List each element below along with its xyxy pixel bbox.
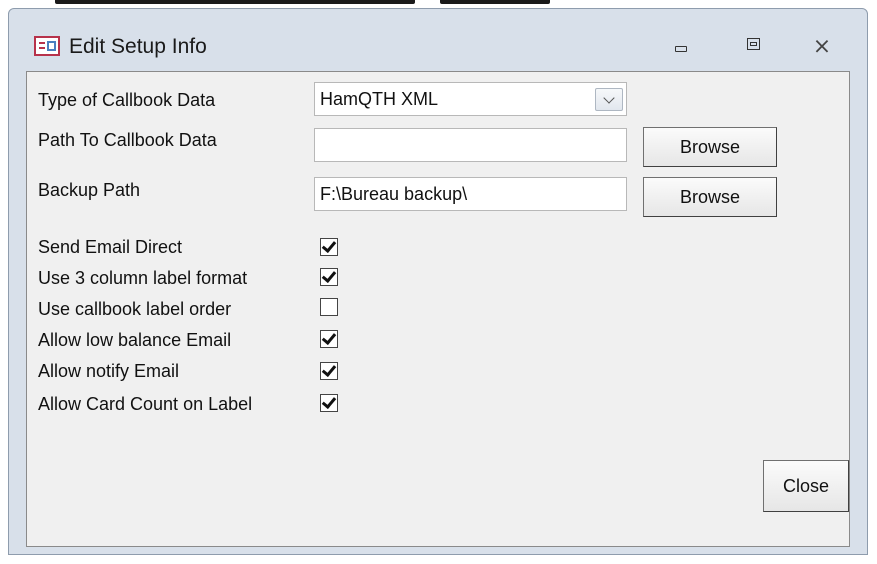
edit-setup-dialog: Edit Setup Info ⨯ Type of Callbook Data … [8, 8, 868, 555]
option-label-callbook-label-order: Use callbook label order [38, 299, 232, 319]
checkbox-card-count[interactable] [320, 394, 338, 412]
option-label-send-email-direct: Send Email Direct [38, 237, 183, 257]
checkbox-notify-email[interactable] [320, 362, 338, 380]
backup-browse-button[interactable]: Browse [643, 177, 777, 217]
background-text-fragment [440, 0, 550, 4]
option-label-3-column-label: Use 3 column label format [38, 268, 248, 288]
callbook-path-label: Path To Callbook Data [38, 130, 217, 150]
checkbox-send-email-direct[interactable] [320, 238, 338, 256]
window-close-button[interactable]: ⨯ [805, 33, 839, 59]
checkbox-low-balance-email[interactable] [320, 330, 338, 348]
callbook-path-input[interactable] [314, 128, 627, 162]
backup-path-input[interactable] [314, 177, 627, 211]
close-button[interactable]: Close [763, 460, 849, 512]
checkbox-3-column-label[interactable] [320, 268, 338, 286]
form-icon [34, 36, 60, 56]
option-label-notify-email: Allow notify Email [38, 361, 180, 381]
backup-path-label: Backup Path [38, 180, 141, 200]
option-label-low-balance-email: Allow low balance Email [38, 330, 232, 350]
background-window-strip [0, 0, 877, 8]
checkbox-callbook-label-order[interactable] [320, 298, 338, 316]
option-label-card-count: Allow Card Count on Label [38, 394, 253, 414]
minimize-button[interactable] [665, 33, 699, 59]
background-text-fragment [55, 0, 415, 4]
form-body: Type of Callbook Data HamQTH XML Path To… [26, 71, 850, 547]
chevron-down-icon[interactable] [595, 88, 623, 111]
window-title: Edit Setup Info [69, 35, 207, 58]
callbook-type-label: Type of Callbook Data [38, 90, 216, 110]
callbook-type-combo[interactable]: HamQTH XML [314, 82, 627, 116]
callbook-type-value: HamQTH XML [320, 89, 439, 109]
title-bar[interactable]: Edit Setup Info ⨯ [9, 9, 867, 71]
callbook-browse-button[interactable]: Browse [643, 127, 777, 167]
restore-button[interactable] [737, 33, 771, 59]
